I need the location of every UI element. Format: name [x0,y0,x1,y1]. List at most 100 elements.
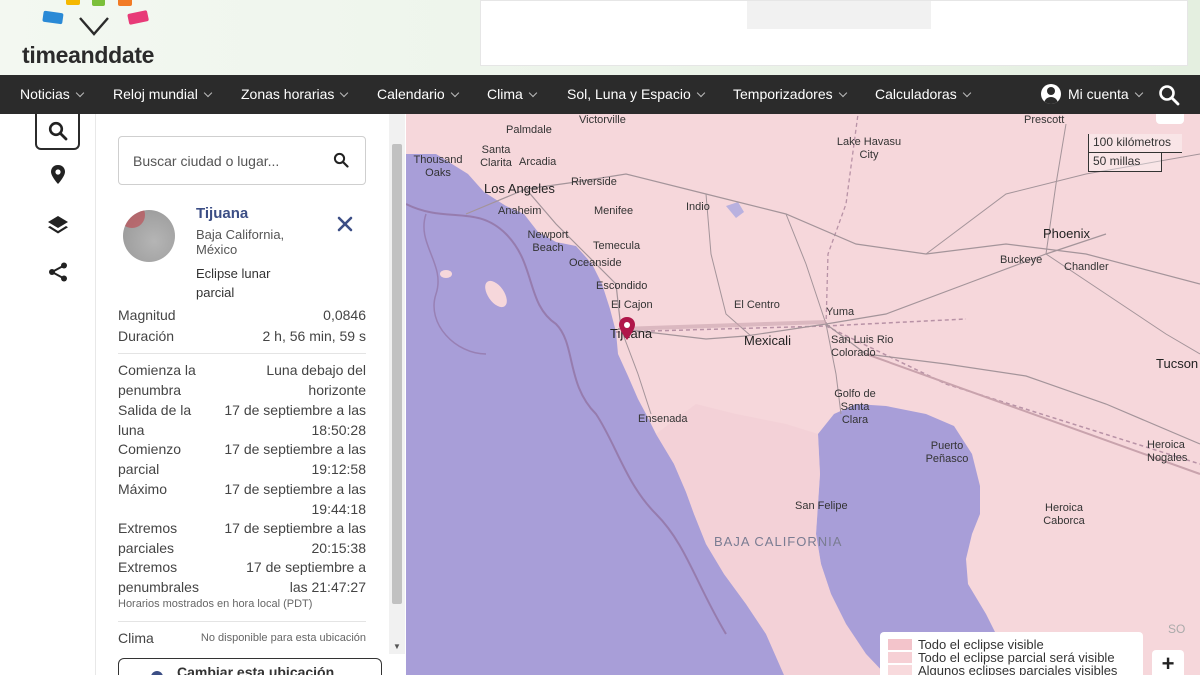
account-icon [1041,84,1061,104]
scale-km: 100 kilómetros [1088,134,1182,153]
magnitude-row: Magnitud 0,0846 [118,306,366,326]
maximum-row: Máximo 17 de septiembre a las 19:44:18 [118,480,366,520]
penumbra-start-row: Comienza la penumbra Luna debajo del hor… [118,361,366,401]
row-label: Magnitud [118,307,176,323]
place-name[interactable]: Tijuana [196,205,248,222]
map-canvas [406,114,1200,675]
divider [118,621,366,622]
city-search-box [118,136,366,185]
map-label: Menifee [594,205,634,217]
legend-item: Algunos eclipses parciales visibles [888,664,1135,675]
nav-label: Noticias [20,86,70,102]
map-legend: Todo el eclipse visible Todo el eclipse … [880,632,1143,675]
scale-miles: 50 millas [1088,153,1162,172]
row-label: Extremos parciales [118,520,178,556]
map-label: Golfo de Santa Clara [834,388,876,426]
nav-item-sol-luna-espacio[interactable]: Sol, Luna y Espacio [567,75,705,114]
nav-label: Clima [487,86,523,102]
map-label: Lake Havasu City [836,136,902,161]
map-label: Heroica Nogales [1147,439,1188,464]
map-scale: 100 kilómetros 50 millas [1088,134,1184,172]
legend-swatch [888,652,912,663]
logo-text: timeanddate [22,42,155,68]
nav-item-reloj-mundial[interactable]: Reloj mundial [113,75,213,114]
map-label: Victorville [579,114,626,126]
map-label: Arcadia [519,156,557,168]
share-icon [48,262,67,282]
layers-tool-button[interactable] [35,207,80,243]
nav-label: Sol, Luna y Espacio [567,86,691,102]
chevron-down-icon [528,88,538,98]
map-tool-rail [20,114,96,675]
search-icon[interactable] [333,152,351,170]
nav-item-calculadoras[interactable]: Calculadoras [875,75,971,114]
eclipse-map[interactable]: Victorville Palmdale Santa Clarita Thous… [406,114,1200,675]
chevron-down-icon [962,88,971,98]
zoom-in-button[interactable]: + [1152,650,1184,675]
map-label: Escondido [596,280,648,292]
moonrise-row: Salida de la luna 17 de septiembre a las… [118,401,366,441]
map-label: San Luis Rio Colorado [831,334,894,359]
map-edge-label: SO [1168,622,1186,636]
map-label: Anaheim [498,205,542,217]
map-label: Tucson [1156,356,1199,371]
search-tool-button[interactable] [35,114,80,150]
partial-end-row: Extremos parciales 17 de septiembre a la… [118,519,366,559]
ad-banner [480,0,1188,66]
map-control-top[interactable] [1156,114,1184,124]
region-label: BAJA CALIFORNIA [714,534,843,549]
account-menu[interactable]: Mi cuenta [1041,75,1143,114]
close-icon[interactable] [335,214,355,234]
site-header: timeanddate [0,0,1200,75]
panel-scrollbar[interactable] [389,114,405,654]
nav-label: Calculadoras [875,86,957,102]
map-label: Heroica Caborca [1043,502,1085,527]
eclipse-moon-icon [123,210,175,262]
change-location-button[interactable]: Cambiar esta ubicación [118,658,382,675]
nav-item-calendario[interactable]: Calendario [377,75,459,114]
location-pin-icon [50,165,65,184]
share-tool-button[interactable] [35,254,80,290]
legend-label: Algunos eclipses parciales visibles [918,663,1118,675]
change-location-label: Cambiar esta ubicación [177,664,335,675]
location-dot-icon [151,671,163,675]
divider [118,353,366,354]
row-value: 17 de septiembre a las 19:12:58 [224,441,366,477]
map-label: Thousand Oaks [413,154,463,179]
eclipse-type: Eclipse lunar parcial [196,266,271,300]
search-icon[interactable] [1158,84,1180,106]
legend-swatch [888,665,912,675]
map-label: Yuma [826,306,855,318]
row-value: Luna debajo del horizonte [266,362,366,398]
row-label: Comienzo parcial [118,441,182,477]
timezone-note: Horarios mostrados en hora local (PDT) [118,598,313,610]
chevron-down-icon [1134,88,1143,98]
map-label: Mexicali [744,333,791,348]
location-tool-button[interactable] [35,157,80,193]
legend-swatch [888,639,912,650]
map-label: San Felipe [795,500,848,512]
scroll-thumb[interactable] [392,144,402,604]
nav-label: Temporizadores [733,86,833,102]
row-label: Duración [118,328,175,344]
map-label: Prescott [1024,114,1065,126]
eclipse-info-panel: Tijuana Baja California, México Eclipse … [97,114,405,675]
partial-start-row: Comienzo parcial 17 de septiembre a las … [118,440,366,480]
nav-item-noticias[interactable]: Noticias [20,75,85,114]
map-label: Oceanside [569,257,622,269]
site-logo[interactable]: timeanddate [18,0,178,70]
map-label: Ensenada [638,413,688,425]
chevron-down-icon [75,88,85,98]
row-label: Comienza la penumbra [118,362,196,398]
map-label: Newport Beach [527,229,569,254]
location-pin-icon[interactable] [617,316,637,342]
scroll-down-arrow-icon[interactable]: ▼ [389,640,405,654]
city-search-input[interactable] [133,150,328,172]
place-region: Baja California, México [196,227,285,257]
map-label: Riverside [571,176,617,188]
map-label: Palmdale [506,124,552,136]
nav-item-clima[interactable]: Clima [487,75,538,114]
chevron-down-icon [340,88,349,98]
nav-item-temporizadores[interactable]: Temporizadores [733,75,847,114]
nav-item-zonas-horarias[interactable]: Zonas horarias [241,75,349,114]
